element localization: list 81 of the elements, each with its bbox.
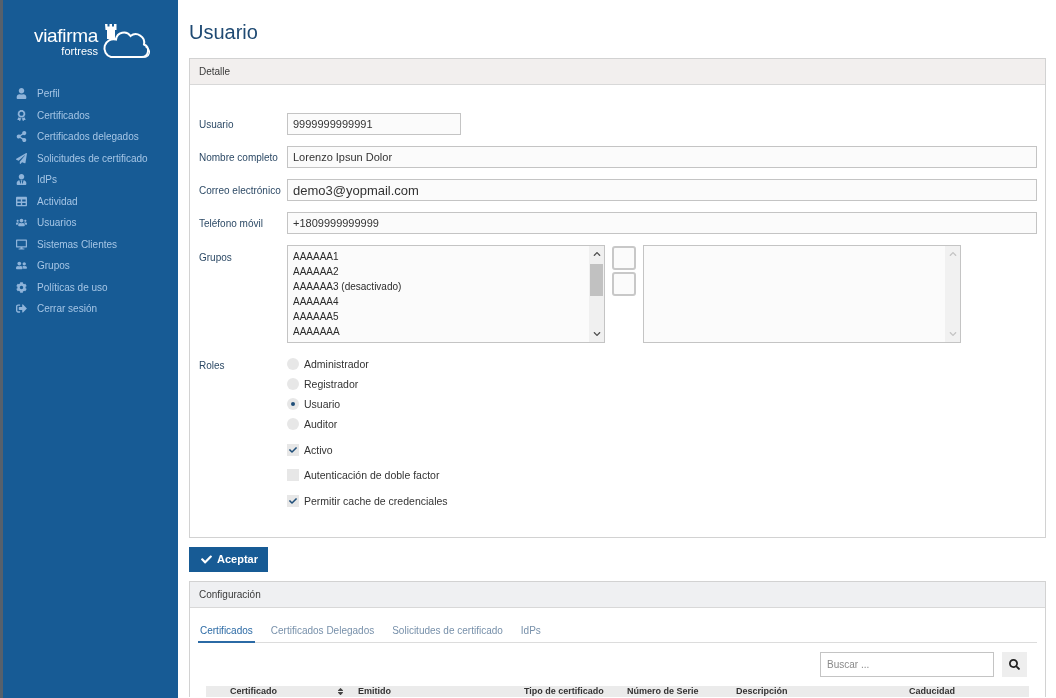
list-item[interactable]: AAAAAA3 (desactivado) xyxy=(293,279,589,294)
panel-title: Detalle xyxy=(199,66,231,77)
radio-label: Auditor xyxy=(304,418,338,430)
checkbox-label: Permitir cache de credenciales xyxy=(304,494,448,507)
field-label: Roles xyxy=(199,360,225,371)
input-field[interactable]: demo3@yopmail.com xyxy=(287,179,1037,201)
field-label: Correo electrónico xyxy=(199,184,281,196)
radio-label: Administrador xyxy=(304,358,369,370)
tab[interactable]: Solicitudes de certificado xyxy=(390,620,505,643)
sidebar-item[interactable]: Actividad xyxy=(3,190,178,212)
sidebar-item[interactable]: Cerrar sesión xyxy=(3,298,178,320)
transfer-button[interactable] xyxy=(612,246,636,270)
sidebar-item[interactable]: Sistemas Clientes xyxy=(3,233,178,255)
field-label: Usuario xyxy=(199,118,234,130)
checkbox[interactable] xyxy=(287,443,299,456)
table-icon xyxy=(16,195,27,207)
field-label: Grupos xyxy=(199,252,232,263)
column-header[interactable]: Certificado xyxy=(230,685,277,697)
list-box[interactable]: AAAAAA1 AAAAAA2 AAAAAA3 (desactivado) AAAAAA4 AAAAAA5 AAAAAAA xyxy=(287,245,605,343)
logout-icon xyxy=(16,303,27,315)
radio-button[interactable] xyxy=(287,398,299,410)
chevron-down-icon[interactable] xyxy=(592,330,601,338)
sort-icon[interactable] xyxy=(337,686,344,696)
column-header[interactable]: Caducidad xyxy=(909,685,955,697)
field-label: Teléfono móvil xyxy=(199,217,263,229)
list-item[interactable]: AAAAAA5 xyxy=(293,309,589,324)
users-icon xyxy=(16,217,27,229)
user-icon xyxy=(16,88,27,100)
checkbox[interactable] xyxy=(287,494,299,507)
list-box[interactable] xyxy=(643,245,961,343)
sidebar-item[interactable]: Grupos xyxy=(3,255,178,277)
transfer-button[interactable] xyxy=(612,272,636,296)
chevron-up-icon[interactable] xyxy=(592,250,601,258)
column-header[interactable]: Descripción xyxy=(736,685,788,697)
sidebar-item[interactable]: Certificados xyxy=(3,104,178,126)
column-header[interactable]: Emitido xyxy=(358,685,391,697)
input-field[interactable]: 9999999999991 xyxy=(287,113,461,135)
scrollbar-thumb[interactable] xyxy=(590,264,603,296)
radio-button[interactable] xyxy=(287,358,299,370)
field-label: Nombre completo xyxy=(199,151,278,163)
tab[interactable]: Certificados xyxy=(198,620,255,643)
search-icon xyxy=(1009,658,1020,670)
input-field[interactable]: Lorenzo Ipsun Dolor xyxy=(287,146,1037,168)
sidebar-item[interactable]: Políticas de uso xyxy=(3,276,178,298)
sidebar-item[interactable]: Usuarios xyxy=(3,212,178,234)
monitor-icon xyxy=(16,238,27,250)
column-header[interactable]: Número de Serie xyxy=(627,685,699,697)
scrollbar-track[interactable] xyxy=(589,246,604,342)
tab[interactable]: Certificados Delegados xyxy=(268,620,377,643)
logo-subtitle: fortress xyxy=(61,45,99,57)
list-item[interactable]: AAAAAA4 xyxy=(293,294,589,309)
share-icon xyxy=(16,131,27,143)
logo-name: viafirma xyxy=(33,26,99,45)
sidebar-item[interactable]: Solicitudes de certificado xyxy=(3,147,178,169)
award-icon xyxy=(16,109,27,121)
input-field[interactable]: +1809999999999 xyxy=(287,212,1037,234)
search-field[interactable]: Buscar ... xyxy=(820,651,994,677)
page-title: Usuario xyxy=(189,21,258,43)
radio-button[interactable] xyxy=(287,378,299,390)
column-header[interactable]: Tipo de certificado xyxy=(524,685,604,697)
check-icon xyxy=(201,553,212,565)
cloud-tower-icon xyxy=(102,23,151,59)
checkbox-label: Autenticación de doble factor xyxy=(304,469,440,482)
radio-button[interactable] xyxy=(287,418,299,430)
group-icon xyxy=(16,260,27,272)
checkbox-label: Activo xyxy=(304,443,333,456)
paper-plane-icon xyxy=(16,152,27,164)
search-button[interactable] xyxy=(1002,651,1027,677)
checkbox[interactable] xyxy=(287,469,299,482)
panel-title: Configuración xyxy=(199,588,261,600)
sidebar-item[interactable]: IdPs xyxy=(3,169,178,191)
radio-label: Registrador xyxy=(304,378,359,390)
sidebar-item[interactable]: Perfil xyxy=(3,83,178,105)
radio-label: Usuario xyxy=(304,398,341,410)
list-item[interactable]: AAAAAAA xyxy=(293,324,589,339)
settings-icon xyxy=(16,281,27,293)
sidebar-item[interactable]: Certificados delegados xyxy=(3,126,178,148)
accept-button[interactable]: Aceptar xyxy=(189,546,268,572)
list-item[interactable]: AAAAAA1 xyxy=(293,249,589,264)
user-icon xyxy=(16,174,27,186)
list-item[interactable]: AAAAAA2 xyxy=(293,264,589,279)
